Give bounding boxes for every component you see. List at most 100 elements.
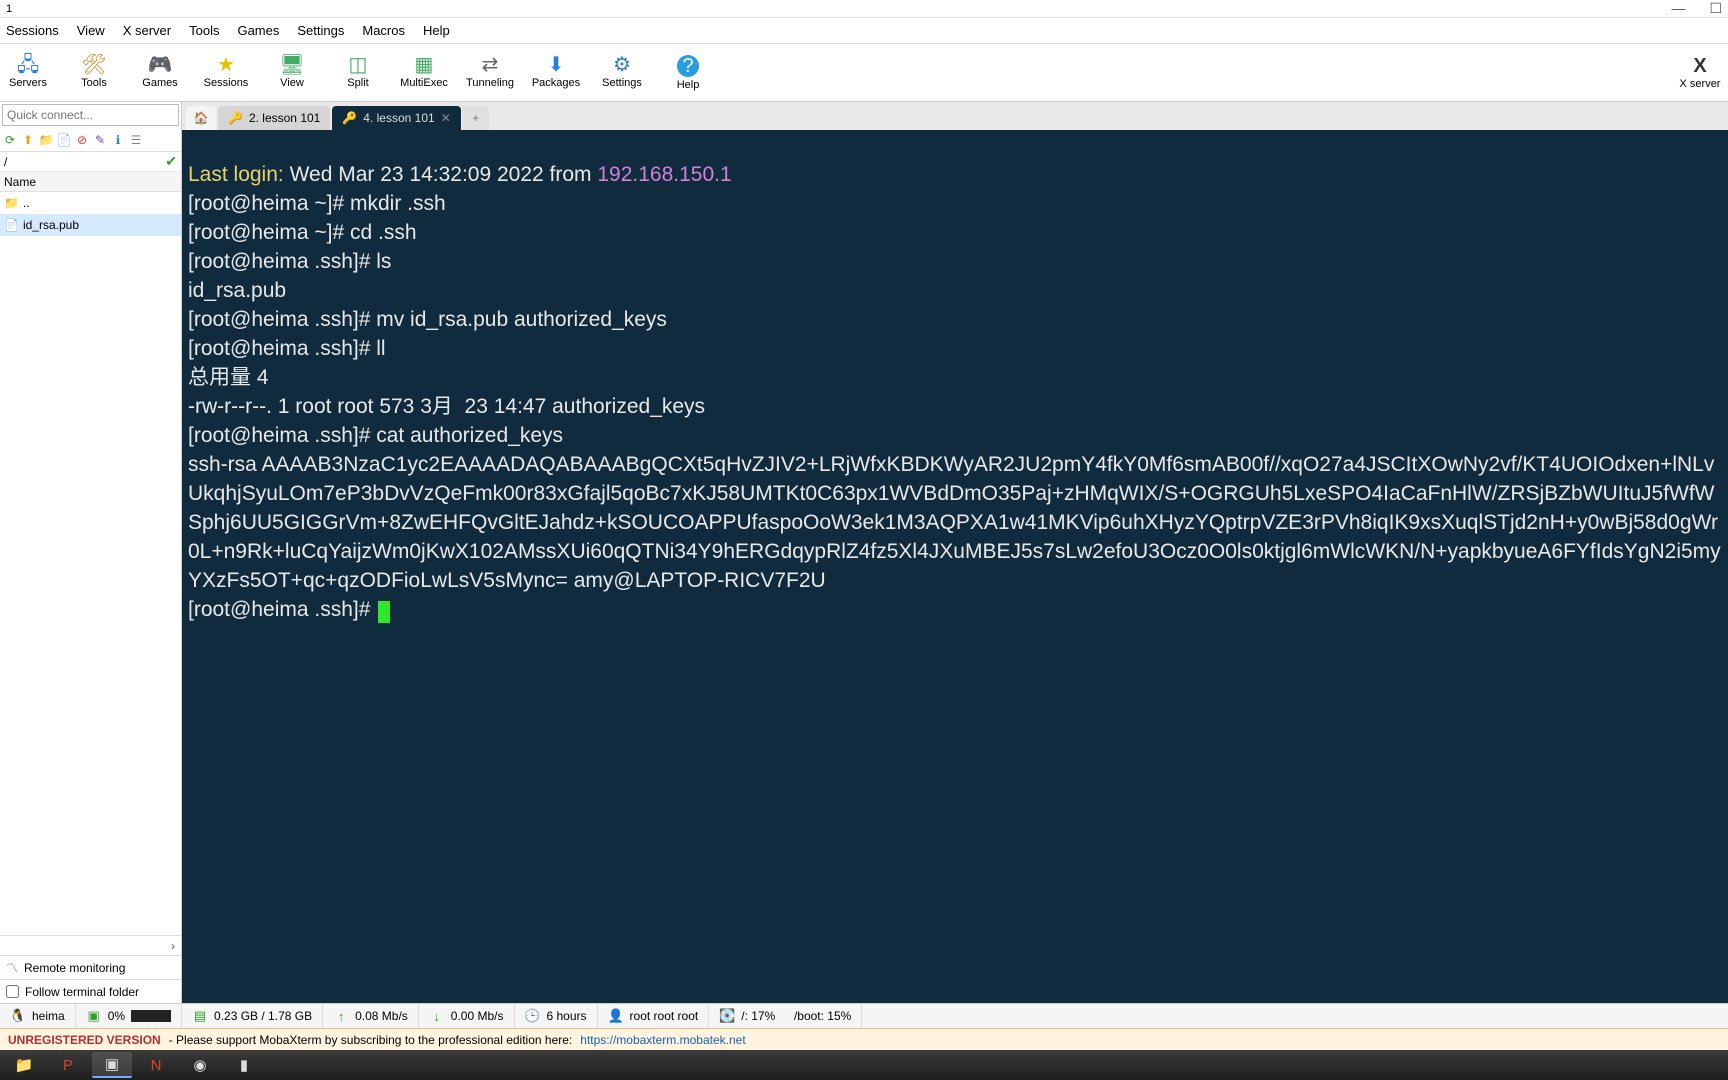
home-icon: 🏠 (194, 111, 209, 125)
window-title: 1 (6, 3, 12, 15)
tool-view[interactable]: 🖥View (268, 55, 316, 91)
tools-icon: 🛠 (81, 55, 106, 75)
tool-packages[interactable]: ⬇Packages (532, 55, 580, 91)
up-icon: ↑ (333, 1008, 349, 1024)
file-icon: 📄 (4, 218, 19, 232)
tab-lesson-4[interactable]: 🔑 4. lesson 101 ✕ (332, 106, 460, 130)
status-host[interactable]: 🐧heima (0, 1004, 76, 1028)
monitor-icon: 〽 (6, 959, 18, 976)
tunneling-icon: ⇄ (482, 55, 499, 75)
sftp-column-header[interactable]: Name (0, 172, 181, 192)
path-ok-icon: ✔ (165, 153, 177, 170)
mobaxterm-link[interactable]: https://mobaxterm.mobatek.net (580, 1033, 745, 1047)
sftp-sort-icon[interactable]: ☰ (128, 132, 144, 148)
tab-lesson-2[interactable]: 🔑 2. lesson 101 (218, 106, 330, 130)
key-icon: 🔑 (342, 111, 357, 125)
tab-new[interactable]: + (463, 106, 489, 130)
task-notepad[interactable]: N (136, 1052, 176, 1078)
tool-tools[interactable]: 🛠Tools (70, 55, 118, 91)
multiexec-icon: ▦ (415, 55, 434, 75)
tool-games[interactable]: 🎮Games (136, 55, 184, 91)
menu-xserver[interactable]: X server (123, 23, 171, 38)
terminal[interactable]: Last login: Wed Mar 23 14:32:09 2022 fro… (182, 130, 1728, 1003)
sftp-delete-icon[interactable]: ⊘ (74, 132, 90, 148)
view-icon: 🖥 (279, 55, 304, 75)
key-icon: 🔑 (228, 111, 243, 125)
sftp-newfile-icon[interactable]: 📄 (56, 132, 72, 148)
split-icon: ◫ (349, 55, 368, 75)
tool-multiexec[interactable]: ▦MultiExec (400, 55, 448, 91)
user-icon: 👤 (608, 1008, 624, 1024)
status-cpu[interactable]: ▣0% (76, 1004, 182, 1028)
sftp-props-icon[interactable]: ℹ (110, 132, 126, 148)
status-bar: 🐧heima ▣0% ▤0.23 GB / 1.78 GB ↑0.08 Mb/s… (0, 1003, 1728, 1028)
clock-icon: 🕒 (525, 1008, 541, 1024)
tool-settings[interactable]: ⚙Settings (598, 55, 646, 91)
menu-tools[interactable]: Tools (189, 23, 219, 38)
menu-view[interactable]: View (77, 23, 105, 38)
menu-bar: Sessions View X server Tools Games Setti… (0, 18, 1728, 44)
follow-terminal-row[interactable]: Follow terminal folder (0, 979, 181, 1003)
status-uptime[interactable]: 🕒6 hours (515, 1004, 598, 1028)
chevron-right-icon: › (171, 939, 175, 953)
menu-sessions[interactable]: Sessions (6, 23, 59, 38)
maximize-button[interactable]: ☐ (1709, 0, 1722, 17)
task-terminal[interactable]: ▮ (224, 1052, 264, 1078)
help-icon: ? (677, 55, 699, 77)
sftp-newfolder-icon[interactable]: 📁 (38, 132, 54, 148)
unregistered-bar: UNREGISTERED VERSION - Please support Mo… (0, 1028, 1728, 1050)
menu-help[interactable]: Help (423, 23, 450, 38)
sftp-path[interactable]: / ✔ (0, 152, 181, 172)
tree-item-file[interactable]: 📄 id_rsa.pub (0, 214, 181, 236)
last-login-label: Last login: (188, 163, 284, 186)
follow-checkbox[interactable] (6, 985, 19, 998)
down-icon: ↓ (429, 1008, 445, 1024)
servers-icon: 🖧 (17, 55, 39, 75)
plus-icon: + (472, 111, 479, 125)
menu-games[interactable]: Games (237, 23, 279, 38)
task-powerpoint[interactable]: P (48, 1052, 88, 1078)
host-icon: 🐧 (10, 1008, 26, 1024)
tool-help[interactable]: ?Help (664, 55, 712, 91)
sftp-tree[interactable]: 📁 .. 📄 id_rsa.pub (0, 192, 181, 935)
tool-servers[interactable]: 🖧Servers (4, 55, 52, 91)
menu-macros[interactable]: Macros (362, 23, 405, 38)
tool-sessions[interactable]: ★Sessions (202, 55, 250, 91)
tab-home[interactable]: 🏠 (186, 106, 216, 130)
sidebar: ⟳ ⬆ 📁 📄 ⊘ ✎ ℹ ☰ / ✔ Name 📁 .. 📄 id_rsa.p… (0, 102, 182, 1003)
status-disk[interactable]: 💽/: 17% /boot: 15% (709, 1004, 862, 1028)
sessions-icon: ★ (217, 55, 235, 75)
remote-monitoring-row[interactable]: 〽 Remote monitoring (0, 955, 181, 979)
settings-icon: ⚙ (613, 55, 631, 75)
terminal-cursor (378, 601, 390, 623)
sidebar-expand[interactable]: › (0, 935, 181, 955)
tool-tunneling[interactable]: ⇄Tunneling (466, 55, 514, 91)
quick-connect-input[interactable] (2, 104, 179, 126)
games-icon: 🎮 (148, 55, 173, 75)
sftp-up-icon[interactable]: ⬆ (20, 132, 36, 148)
unregistered-label: UNREGISTERED VERSION (8, 1033, 161, 1047)
cpu-icon: ▣ (86, 1008, 102, 1024)
tab-bar: 🏠 🔑 2. lesson 101 🔑 4. lesson 101 ✕ + (182, 102, 1728, 130)
status-net-down[interactable]: ↓0.00 Mb/s (419, 1004, 515, 1028)
tab-close-icon[interactable]: ✕ (441, 111, 451, 125)
toolbar: 🖧Servers 🛠Tools 🎮Games ★Sessions 🖥View ◫… (0, 44, 1728, 102)
main-area: 🏠 🔑 2. lesson 101 🔑 4. lesson 101 ✕ + La… (182, 102, 1728, 1003)
mem-icon: ▤ (192, 1008, 208, 1024)
status-mem[interactable]: ▤0.23 GB / 1.78 GB (182, 1004, 323, 1028)
task-chrome[interactable]: ◉ (180, 1052, 220, 1078)
tool-xserver[interactable]: XX server (1676, 56, 1724, 90)
xserver-icon: X (1693, 56, 1706, 76)
windows-taskbar: 📁 P ▣ N ◉ ▮ (0, 1050, 1728, 1080)
status-user[interactable]: 👤root root root (598, 1004, 710, 1028)
task-explorer[interactable]: 📁 (4, 1052, 44, 1078)
tree-item-parent[interactable]: 📁 .. (0, 192, 181, 214)
menu-settings[interactable]: Settings (297, 23, 344, 38)
sftp-refresh-icon[interactable]: ⟳ (2, 132, 18, 148)
task-mobaxterm[interactable]: ▣ (92, 1052, 132, 1078)
disk-icon: 💽 (719, 1008, 735, 1024)
status-net-up[interactable]: ↑0.08 Mb/s (323, 1004, 419, 1028)
minimize-button[interactable]: — (1671, 0, 1685, 17)
sftp-edit-icon[interactable]: ✎ (92, 132, 108, 148)
tool-split[interactable]: ◫Split (334, 55, 382, 91)
